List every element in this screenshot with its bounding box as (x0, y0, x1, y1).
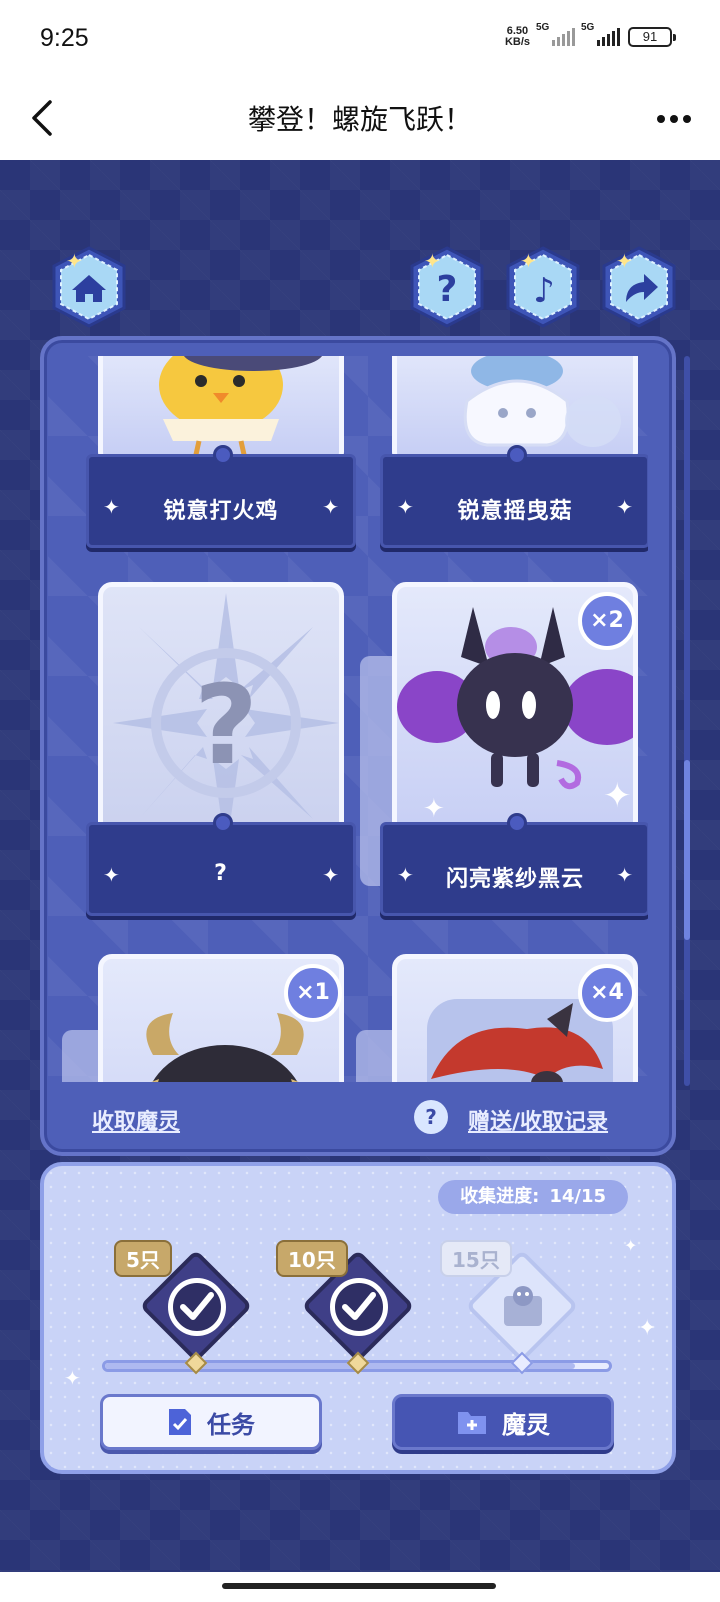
task-document-icon (169, 1409, 191, 1435)
status-time: 9:25 (40, 24, 89, 52)
signal-label: 5G (581, 22, 595, 33)
card-name: 锐意打火鸡 (163, 499, 279, 524)
svg-text:✦: ✦ (616, 249, 633, 273)
game-area: ✦ ? ✦ ♪ ✦ ✦ ✦ 锐意打火鸡 ✦ ✦ 锐意摇曳菇 ✦ ? ✦ ? ✦ … (0, 160, 720, 1572)
milestone-reward[interactable]: 5只 (114, 1240, 253, 1363)
card-label-plate: ✦ ? ✦ (86, 813, 356, 916)
signal-icon: 5G (581, 22, 620, 46)
panel-footer: 收取魔灵 ? 赠送/收取记录 (44, 1090, 672, 1152)
card-name: ? (214, 861, 228, 886)
home-button[interactable]: ✦ (46, 244, 132, 330)
milestone-label: 10只 (276, 1240, 348, 1277)
card-name: 锐意摇曳菇 (457, 499, 573, 524)
svg-text:✦: ✦ (423, 794, 445, 824)
card-item[interactable]: ×1 (62, 954, 356, 1082)
card-label-plate: ✦ 锐意打火鸡 ✦ (86, 445, 356, 548)
sparkle-icon: ✦ (616, 495, 633, 519)
svg-text:?: ? (437, 269, 458, 310)
svg-text:✦: ✦ (520, 249, 537, 273)
spirit-button-label: 魔灵 (502, 1410, 550, 1439)
status-icons: 6.50 KB/s 5G 5G 91 (505, 22, 676, 48)
question-icon: ? ✦ (410, 246, 484, 328)
folder-add-icon (458, 1412, 486, 1434)
question-icon[interactable]: ? (414, 1100, 448, 1134)
svg-text:✦: ✦ (66, 249, 83, 273)
gift-record-link[interactable]: 赠送/收取记录 (468, 1104, 608, 1136)
sparkle-icon: ✦ (616, 863, 633, 887)
share-button[interactable]: ✦ (596, 244, 682, 330)
checkmark-icon (168, 1278, 226, 1336)
svg-text:✦: ✦ (603, 776, 632, 816)
count-badge: ×2 (578, 592, 636, 650)
card-item[interactable]: ✦ 锐意打火鸡 ✦ (86, 356, 356, 552)
card-label-plate: ✦ 锐意摇曳菇 ✦ (380, 445, 648, 548)
checkmark-icon (330, 1278, 388, 1336)
svg-text:?: ? (194, 661, 258, 789)
progress-value: 14/15 (549, 1186, 606, 1207)
more-dots-icon[interactable] (654, 104, 694, 134)
sparkle-icon: ✦ (638, 1316, 657, 1341)
scrollbar-thumb[interactable] (684, 760, 690, 940)
milestone-reward[interactable]: 10只 (276, 1240, 415, 1363)
card-item[interactable]: ×4 (356, 954, 648, 1082)
music-note-icon: ♪ ✦ (506, 246, 580, 328)
sparkle-icon: ✦ (322, 863, 339, 887)
svg-text:✦: ✦ (424, 249, 441, 273)
sparkle-icon: ✦ (64, 1366, 81, 1390)
task-button[interactable]: 任务 (100, 1394, 322, 1450)
progress-panel: 收集进度: 14/15 5只 10只 15只 任务 魔灵 ✦ ✦ ✦ (40, 1162, 676, 1474)
network-speed-unit: KB/s (504, 36, 530, 48)
scrollbar-track[interactable] (684, 356, 690, 1086)
music-button[interactable]: ♪ ✦ (500, 244, 586, 330)
page-title: 攀登！螺旋飞跃！ (247, 103, 472, 136)
count-badge: ×1 (284, 964, 342, 1022)
network-speed: 6.50 KB/s (505, 26, 530, 48)
battery-icon: 91 (628, 27, 676, 47)
milestone-reward[interactable]: 15只 (440, 1240, 579, 1363)
progress-badge: 收集进度: 14/15 (438, 1180, 628, 1214)
card-item-locked[interactable]: ? ✦ ? ✦ (86, 582, 356, 926)
sparkle-icon: ✦ (322, 495, 339, 519)
progress-fill (105, 1363, 576, 1369)
card-item[interactable]: ✦ 锐意摇曳菇 ✦ (380, 356, 648, 552)
card-item[interactable]: ✦ ✦ ×2 ✦ 闪亮紫纱黑云 ✦ (360, 582, 648, 926)
collect-spirit-link[interactable]: 收取魔灵 (92, 1104, 180, 1136)
signal-icon: 5G (536, 22, 575, 46)
spirit-button[interactable]: 魔灵 (392, 1394, 614, 1450)
svg-text:♪: ♪ (533, 271, 555, 311)
milestone-label: 5只 (114, 1240, 172, 1277)
card-grid[interactable]: ✦ 锐意打火鸡 ✦ ✦ 锐意摇曳菇 ✦ ? ✦ ? ✦ ✦ ✦ ×2 ✦ 闪亮紫… (48, 356, 648, 1082)
status-bar: 9:25 6.50 KB/s 5G 5G 91 (0, 0, 720, 80)
collection-panel: ✦ 锐意打火鸡 ✦ ✦ 锐意摇曳菇 ✦ ? ✦ ? ✦ ✦ ✦ ×2 ✦ 闪亮紫… (40, 336, 676, 1156)
gift-box-icon (504, 1286, 542, 1326)
milestone-label: 15只 (440, 1240, 512, 1277)
sparkle-icon: ✦ (624, 1236, 638, 1255)
home-icon: ✦ (52, 246, 126, 328)
progress-label: 收集进度: (460, 1186, 540, 1207)
home-indicator[interactable] (222, 1583, 496, 1589)
nav-bar: 攀登！螺旋飞跃！ (0, 80, 720, 160)
card-label-plate: ✦ 闪亮紫纱黑云 ✦ (380, 813, 648, 916)
card-name: 闪亮紫纱黑云 (445, 867, 584, 892)
task-button-label: 任务 (207, 1410, 255, 1439)
share-arrow-icon: ✦ (602, 246, 676, 328)
help-button[interactable]: ? ✦ (404, 244, 490, 330)
count-badge: ×4 (578, 964, 636, 1022)
signal-label: 5G (536, 22, 550, 33)
